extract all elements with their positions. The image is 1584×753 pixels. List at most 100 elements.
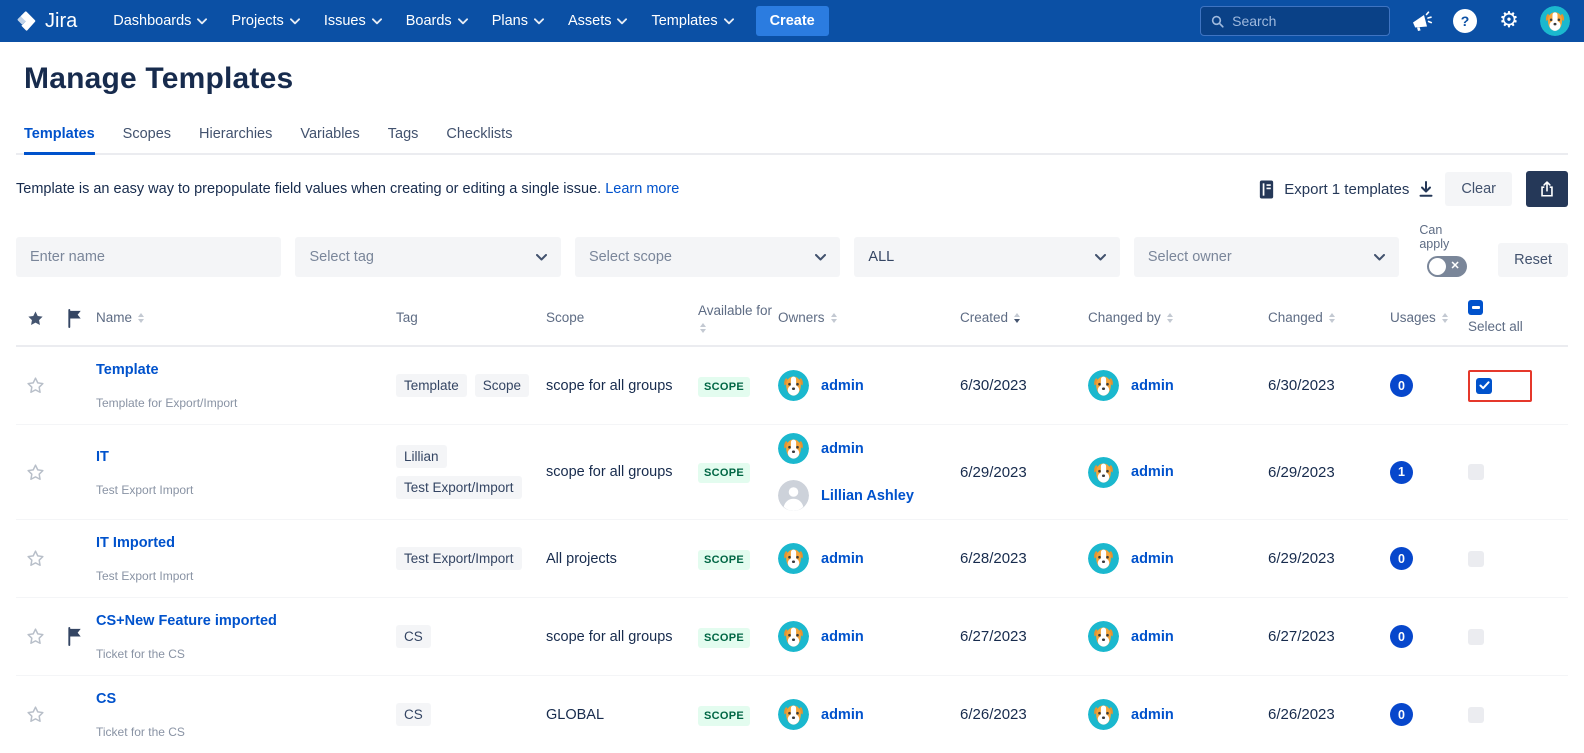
sort-icon[interactable] xyxy=(1167,313,1173,323)
select-all-header[interactable]: Select all xyxy=(1468,300,1532,336)
owner-link[interactable]: admin xyxy=(821,378,864,394)
scope-filter-select[interactable]: Select scope xyxy=(575,237,840,277)
tab-tags[interactable]: Tags xyxy=(388,120,419,155)
chevron-down-icon xyxy=(815,254,826,261)
nav-item-plans[interactable]: Plans xyxy=(482,5,554,37)
create-button[interactable]: Create xyxy=(756,6,829,36)
person-avatar-icon xyxy=(778,480,809,511)
sort-icon[interactable] xyxy=(831,313,837,323)
owner-link[interactable]: Lillian Ashley xyxy=(821,488,914,504)
learn-more-link[interactable]: Learn more xyxy=(605,181,679,197)
template-name-link[interactable]: CS+New Feature imported xyxy=(96,613,277,629)
column-header-created[interactable]: Created xyxy=(960,310,1088,327)
tab-variables[interactable]: Variables xyxy=(300,120,359,155)
changed-by-link[interactable]: admin xyxy=(1131,551,1174,567)
download-icon[interactable] xyxy=(1417,180,1435,198)
usages-badge[interactable]: 0 xyxy=(1390,547,1413,570)
flag-column-header[interactable] xyxy=(54,309,96,328)
favorite-star-button[interactable] xyxy=(16,548,54,569)
scope-cell: scope for all groups xyxy=(546,378,698,394)
usages-badge[interactable]: 0 xyxy=(1390,374,1413,397)
type-filter-select[interactable]: ALL xyxy=(854,237,1119,277)
name-filter-input[interactable] xyxy=(16,237,281,277)
changed-by-link[interactable]: admin xyxy=(1131,629,1174,645)
announcements-icon[interactable] xyxy=(1408,8,1434,34)
annotation-highlight xyxy=(1468,370,1532,402)
favorite-star-button[interactable] xyxy=(16,375,54,396)
tab-scopes[interactable]: Scopes xyxy=(123,120,171,155)
tag-filter-select[interactable]: Select tag xyxy=(295,237,560,277)
changed-by-cell: admin xyxy=(1088,543,1268,574)
owner-link[interactable]: admin xyxy=(821,441,864,457)
owner-link[interactable]: admin xyxy=(821,707,864,723)
usages-badge[interactable]: 0 xyxy=(1390,625,1413,648)
help-icon[interactable]: ? xyxy=(1452,8,1478,34)
usages-cell: 1 xyxy=(1390,461,1468,484)
available-for-badge: SCOPE xyxy=(698,463,750,483)
row-checkbox[interactable] xyxy=(1476,378,1492,394)
column-header-name[interactable]: Name xyxy=(96,310,396,327)
row-checkbox[interactable] xyxy=(1468,629,1484,645)
column-header-owners[interactable]: Owners xyxy=(778,310,960,327)
user-avatar[interactable] xyxy=(1540,6,1570,36)
dog-avatar-icon xyxy=(1088,543,1119,574)
can-apply-toggle[interactable]: ✕ xyxy=(1427,256,1467,277)
sort-icon[interactable] xyxy=(700,323,706,333)
share-export-button[interactable] xyxy=(1526,171,1568,207)
nav-item-issues[interactable]: Issues xyxy=(314,5,392,37)
owner: admin xyxy=(778,370,960,401)
changed-by: admin xyxy=(1088,457,1268,488)
sort-icon[interactable] xyxy=(1329,313,1335,323)
tab-hierarchies[interactable]: Hierarchies xyxy=(199,120,272,155)
template-name-link[interactable]: IT xyxy=(96,449,109,465)
favorite-star-button[interactable] xyxy=(16,462,54,483)
search-input[interactable] xyxy=(1232,13,1379,29)
favorite-column-header[interactable] xyxy=(16,309,54,328)
template-name-link[interactable]: Template xyxy=(96,362,159,378)
clear-button[interactable]: Clear xyxy=(1445,172,1512,206)
changed-date: 6/29/2023 xyxy=(1268,550,1390,567)
row-checkbox[interactable] xyxy=(1468,464,1484,480)
changed-by: admin xyxy=(1088,543,1268,574)
select-all-checkbox[interactable] xyxy=(1468,300,1483,315)
nav-item-templates[interactable]: Templates xyxy=(641,5,743,37)
owner-link[interactable]: admin xyxy=(821,629,864,645)
reset-button[interactable]: Reset xyxy=(1498,243,1568,277)
usages-badge[interactable]: 1 xyxy=(1390,461,1413,484)
sort-icon[interactable] xyxy=(138,313,144,323)
jira-logo[interactable]: Jira xyxy=(14,9,77,33)
column-header-changed[interactable]: Changed xyxy=(1268,310,1390,327)
owner-link[interactable]: admin xyxy=(821,551,864,567)
nav-item-projects[interactable]: Projects xyxy=(221,5,309,37)
name-filter-field[interactable] xyxy=(30,249,267,265)
sort-icon[interactable] xyxy=(1442,313,1448,323)
nav-item-dashboards[interactable]: Dashboards xyxy=(103,5,217,37)
row-checkbox[interactable] xyxy=(1468,551,1484,567)
template-name-link[interactable]: CS xyxy=(96,691,116,707)
flag-slot[interactable] xyxy=(54,627,96,646)
template-name-link[interactable]: IT Imported xyxy=(96,535,175,551)
changed-by-link[interactable]: admin xyxy=(1131,707,1174,723)
tab-checklists[interactable]: Checklists xyxy=(446,120,512,155)
row-checkbox[interactable] xyxy=(1468,707,1484,723)
owner-filter-select[interactable]: Select owner xyxy=(1134,237,1399,277)
export-templates-button[interactable]: Export 1 templates xyxy=(1257,179,1435,200)
nav-item-assets[interactable]: Assets xyxy=(558,5,638,37)
column-header-tag: Tag xyxy=(396,310,546,327)
changed-by-link[interactable]: admin xyxy=(1131,378,1174,394)
favorite-star-button[interactable] xyxy=(16,626,54,647)
template-name-cell: IT Imported Test Export Import xyxy=(96,534,396,583)
column-header-changed-by[interactable]: Changed by xyxy=(1088,310,1268,327)
scope-cell: scope for all groups xyxy=(546,464,698,480)
tab-templates[interactable]: Templates xyxy=(24,120,95,155)
settings-gear-icon[interactable]: ⚙ xyxy=(1496,8,1522,34)
sort-icon[interactable] xyxy=(1014,313,1020,323)
column-header-usages[interactable]: Usages xyxy=(1390,310,1468,327)
usages-badge[interactable]: 0 xyxy=(1390,703,1413,726)
nav-item-boards[interactable]: Boards xyxy=(396,5,478,37)
chevron-down-icon xyxy=(458,18,468,25)
favorite-star-button[interactable] xyxy=(16,704,54,725)
changed-by-link[interactable]: admin xyxy=(1131,464,1174,480)
column-header-available-for[interactable]: Available for xyxy=(698,303,778,334)
global-search[interactable] xyxy=(1200,6,1390,36)
